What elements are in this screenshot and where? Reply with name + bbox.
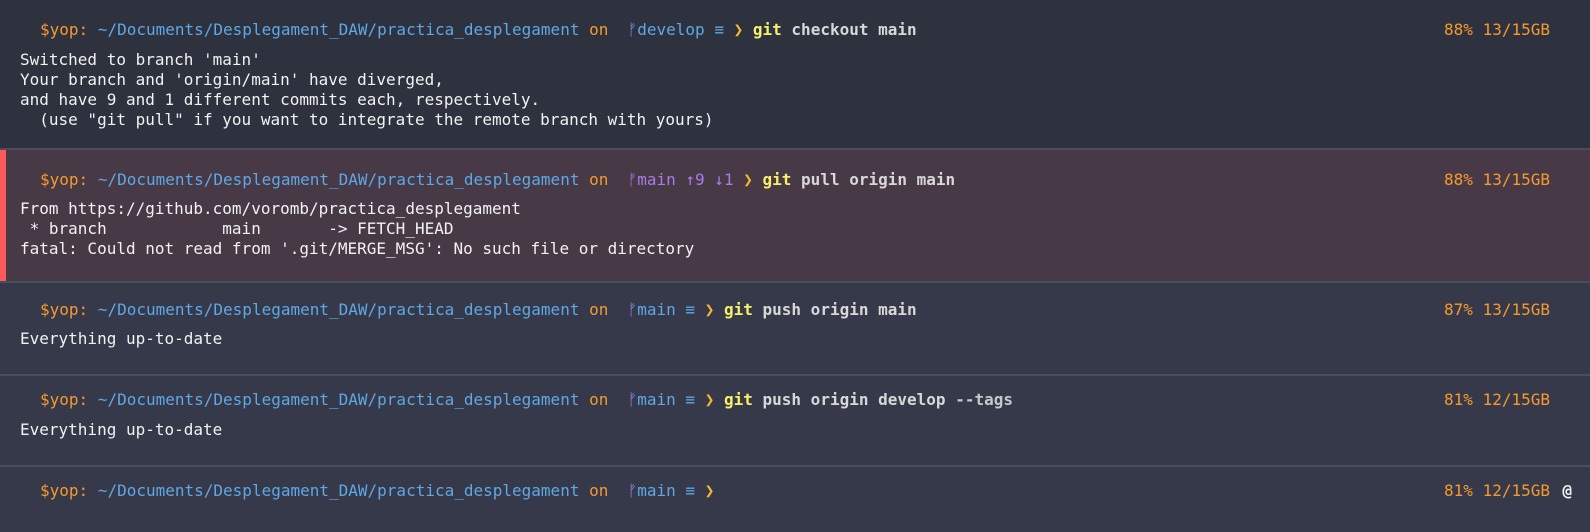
prompt-on: on xyxy=(589,170,609,189)
prompt-line: $yop: ~/Documents/Desplegament_DAW/pract… xyxy=(40,300,917,320)
prompt-status: ≡ xyxy=(685,300,696,319)
prompt-path: ~/Documents/Desplegament_DAW/practica_de… xyxy=(97,20,580,39)
prompt-branch: main xyxy=(637,170,676,189)
at-icon[interactable]: @ xyxy=(1562,481,1572,501)
terminal-window[interactable]: $yop: ~/Documents/Desplegament_DAW/pract… xyxy=(0,0,1590,532)
prompt-on: on xyxy=(589,481,609,500)
prompt-branch: develop xyxy=(637,20,705,39)
system-stats: 81% 12/15GB xyxy=(1444,390,1550,409)
prompt-user: $yop: xyxy=(40,300,89,319)
prompt-chevron-icon: ❯ xyxy=(704,390,715,409)
prompt-chevron-icon: ❯ xyxy=(704,300,715,319)
prompt-path: ~/Documents/Desplegament_DAW/practica_de… xyxy=(97,300,580,319)
prompt-user: $yop: xyxy=(40,390,89,409)
command-block-pull-error: $yop: ~/Documents/Desplegament_DAW/pract… xyxy=(0,150,1590,283)
prompt-status: ↑9 ↓1 xyxy=(685,170,734,189)
output-line: and have 9 and 1 different commits each,… xyxy=(20,90,541,109)
prompt-chevron-icon: ❯ xyxy=(733,20,744,39)
system-stats: 87% 13/15GB xyxy=(1444,300,1550,319)
prompt-branch: main xyxy=(637,300,676,319)
prompt-user: $yop: xyxy=(40,20,89,39)
prompt-status: ≡ xyxy=(685,481,696,500)
command-block-push-main: $yop: ~/Documents/Desplegament_DAW/pract… xyxy=(0,283,1590,376)
prompt-line: $yop: ~/Documents/Desplegament_DAW/pract… xyxy=(40,390,1013,410)
prompt-line: $yop: ~/Documents/Desplegament_DAW/pract… xyxy=(40,170,955,190)
output-line: Everything up-to-date xyxy=(20,420,223,439)
command-flag: --tags xyxy=(955,390,1013,409)
git-branch-icon: ᚠ xyxy=(627,390,638,409)
output-line: Your branch and 'origin/main' have diver… xyxy=(20,70,444,89)
prompt-branch: main xyxy=(637,390,676,409)
block-divider xyxy=(0,148,1590,150)
prompt-on: on xyxy=(589,390,609,409)
git-branch-icon: ᚠ xyxy=(627,20,638,39)
block-divider xyxy=(0,374,1590,376)
output-line: Switched to branch 'main' xyxy=(20,50,261,69)
command-args: checkout main xyxy=(791,20,917,39)
output-line: fatal: Could not read from '.git/MERGE_M… xyxy=(20,239,695,258)
system-stats: 88% 13/15GB xyxy=(1444,20,1550,39)
command-block-checkout: $yop: ~/Documents/Desplegament_DAW/pract… xyxy=(0,0,1590,150)
prompt-path: ~/Documents/Desplegament_DAW/practica_de… xyxy=(97,481,580,500)
prompt-user: $yop: xyxy=(40,170,89,189)
system-stats: 88% 13/15GB xyxy=(1444,170,1550,189)
command-block-push-develop: $yop: ~/Documents/Desplegament_DAW/pract… xyxy=(0,376,1590,467)
command-args: push origin main xyxy=(762,300,917,319)
prompt-user: $yop: xyxy=(40,481,89,500)
prompt-on: on xyxy=(589,300,609,319)
git-branch-icon: ᚠ xyxy=(627,170,638,189)
prompt-path: ~/Documents/Desplegament_DAW/practica_de… xyxy=(97,390,580,409)
prompt-chevron-icon: ❯ xyxy=(743,170,753,189)
block-divider xyxy=(0,281,1590,283)
output-line: From https://github.com/voromb/practica_… xyxy=(20,199,521,218)
output-line: Everything up-to-date xyxy=(20,329,223,348)
command-args: push origin develop xyxy=(762,390,946,409)
prompt-status: ≡ xyxy=(714,20,724,39)
prompt-path: ~/Documents/Desplegament_DAW/practica_de… xyxy=(97,170,580,189)
prompt-chevron-icon: ❯ xyxy=(704,481,715,500)
system-stats: 81% 12/15GB xyxy=(1444,481,1550,500)
command-name: git xyxy=(752,20,782,39)
git-branch-icon: ᚠ xyxy=(627,300,638,319)
prompt-branch: main xyxy=(637,481,676,500)
prompt-line: $yop: ~/Documents/Desplegament_DAW/pract… xyxy=(40,20,917,40)
command-name: git xyxy=(723,390,753,409)
block-divider xyxy=(0,465,1590,467)
prompt-status: ≡ xyxy=(685,390,696,409)
prompt-line[interactable]: $yop: ~/Documents/Desplegament_DAW/pract… xyxy=(40,481,714,501)
output-line: (use "git pull" if you want to integrate… xyxy=(20,110,714,129)
output-line: * branch main -> FETCH_HEAD xyxy=(20,219,454,238)
command-name: git xyxy=(762,170,792,189)
git-branch-icon: ᚠ xyxy=(627,481,638,500)
command-name: git xyxy=(723,300,753,319)
command-block-current[interactable]: $yop: ~/Documents/Desplegament_DAW/pract… xyxy=(0,467,1590,532)
command-args: pull origin main xyxy=(801,170,956,189)
prompt-on: on xyxy=(589,20,609,39)
